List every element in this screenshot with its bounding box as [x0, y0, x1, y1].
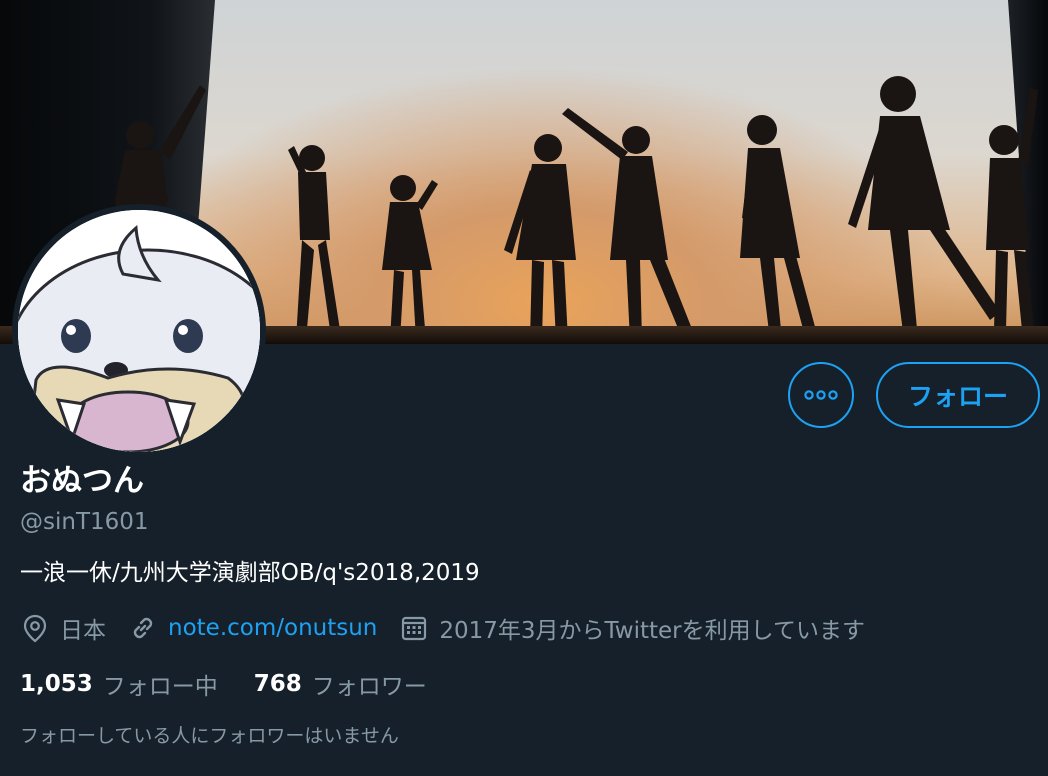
following-count[interactable]: 1,053 — [20, 671, 93, 697]
location-item: 日本 — [20, 611, 106, 645]
calendar-icon — [399, 613, 429, 643]
location-pin-icon — [20, 613, 50, 643]
more-options-button[interactable] — [788, 362, 854, 428]
joined-text: 2017年3月からTwitterを利用しています — [439, 618, 865, 644]
user-handle: @sinT1601 — [20, 509, 149, 535]
avatar-image — [18, 210, 260, 452]
profile-meta-row: 日本 note.com/onutsun 2017年3月からTwitterを利用し… — [20, 610, 887, 646]
follow-button[interactable]: フォロー — [876, 362, 1040, 428]
profile-bio: 一浪一休/九州大学演劇部OB/q's2018,2019 — [20, 560, 480, 586]
location-text: 日本 — [60, 618, 106, 644]
seal-character-illustration — [18, 210, 260, 452]
followers-count[interactable]: 768 — [254, 671, 302, 697]
mutual-followers-note: フォローしている人にフォロワーはいません — [20, 725, 399, 747]
joined-item: 2017年3月からTwitterを利用しています — [399, 611, 865, 645]
link-icon — [128, 613, 158, 643]
follow-counts: 1,053 フォロー中 768 フォロワー — [20, 666, 463, 702]
profile-avatar[interactable] — [12, 204, 266, 458]
following-label[interactable]: フォロー中 — [103, 667, 218, 701]
website-item: note.com/onutsun — [128, 613, 377, 643]
ellipsis-icon — [804, 390, 838, 400]
website-link[interactable]: note.com/onutsun — [168, 615, 377, 641]
followers-label[interactable]: フォロワー — [312, 667, 427, 701]
display-name: おぬつん — [20, 463, 144, 499]
